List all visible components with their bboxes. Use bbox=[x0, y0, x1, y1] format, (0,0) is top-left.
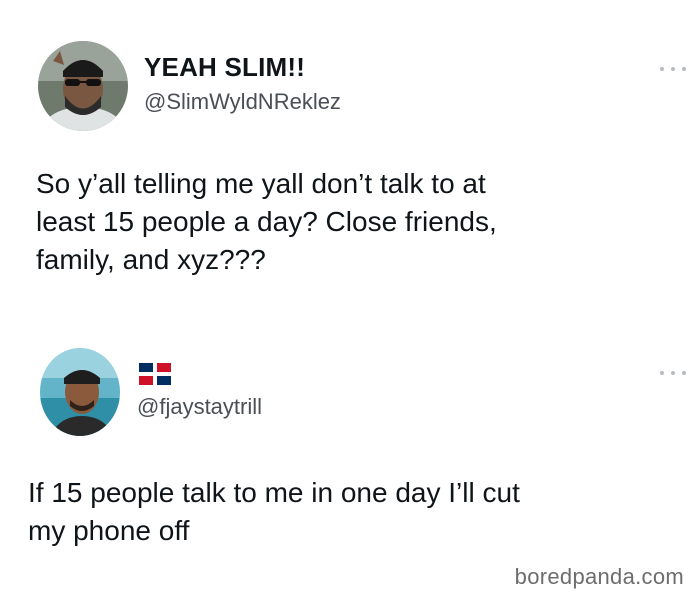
watermark: boredpanda.com bbox=[514, 564, 684, 589]
tweet-2: @fjaystaytrill If 15 people talk to me i… bbox=[0, 330, 700, 600]
user-handle[interactable]: @fjaystaytrill bbox=[137, 394, 262, 420]
more-horizontal-icon[interactable] bbox=[660, 368, 686, 378]
dominican-republic-flag-icon bbox=[139, 363, 171, 385]
user-handle[interactable]: @SlimWyldNReklez bbox=[144, 89, 341, 115]
tweet-1: YEAH SLIM!! @SlimWyldNReklez So y’all te… bbox=[0, 0, 700, 320]
more-horizontal-icon[interactable] bbox=[660, 64, 686, 74]
display-name[interactable]: YEAH SLIM!! bbox=[144, 52, 305, 83]
avatar-fjaystaytrill[interactable] bbox=[40, 348, 120, 436]
tweet-text: So y’all telling me yall don’t talk to a… bbox=[36, 168, 497, 275]
avatar-slimwyldnreklez[interactable] bbox=[38, 41, 128, 131]
tweet-text: If 15 people talk to me in one day I’ll … bbox=[28, 477, 520, 546]
